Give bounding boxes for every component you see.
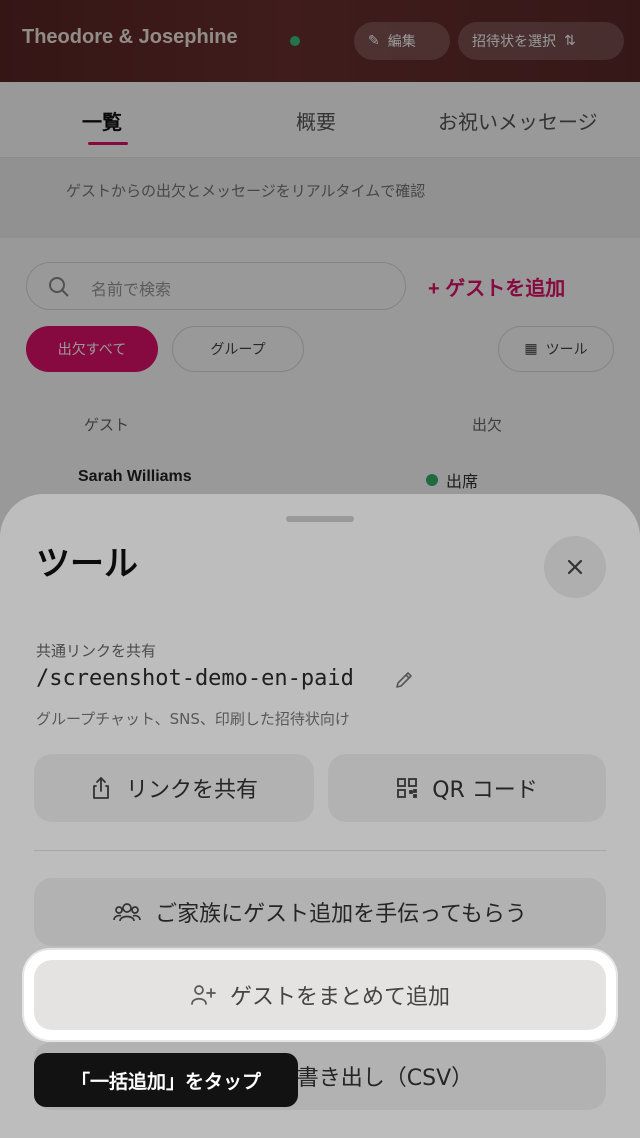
share-icon xyxy=(93,777,109,799)
share-link-button-label: リンクを共有 xyxy=(125,778,258,803)
add-person-icon xyxy=(191,985,216,1005)
bulk-add-guests-button-label: ゲストをまとめて追加 xyxy=(229,985,450,1010)
family-help-button[interactable]: ご家族にゲスト追加を手伝ってもらう xyxy=(34,878,606,946)
sheet-grabber[interactable] xyxy=(286,516,354,522)
edit-link-pencil-icon[interactable] xyxy=(394,670,414,690)
sheet-title: ツール xyxy=(36,545,138,583)
share-link-label: 共通リンクを共有 xyxy=(36,642,157,660)
qr-code-button-label: QR コード xyxy=(432,778,538,803)
export-csv-button-label: 書き出し（CSV） xyxy=(296,1066,474,1091)
family-help-button-label: ご家族にゲスト追加を手伝ってもらう xyxy=(155,902,527,927)
share-link-path: /screenshot-demo-en-paid xyxy=(36,666,354,691)
qr-code-button[interactable]: QR コード xyxy=(328,754,606,822)
people-group-icon xyxy=(113,903,141,922)
coach-tooltip: 「一括追加」をタップ xyxy=(34,1053,298,1107)
close-icon xyxy=(567,559,583,575)
share-link-description: グループチャット、SNS、印刷した招待状向け xyxy=(36,710,350,728)
tools-sheet: ツール 共通リンクを共有 /screenshot-demo-en-paid グル… xyxy=(0,494,640,1138)
qr-code-icon xyxy=(397,778,418,798)
close-button[interactable] xyxy=(544,536,606,598)
share-link-button[interactable]: リンクを共有 xyxy=(34,754,314,822)
divider xyxy=(34,850,606,851)
bulk-add-guests-button[interactable]: ゲストをまとめて追加 xyxy=(34,960,606,1030)
